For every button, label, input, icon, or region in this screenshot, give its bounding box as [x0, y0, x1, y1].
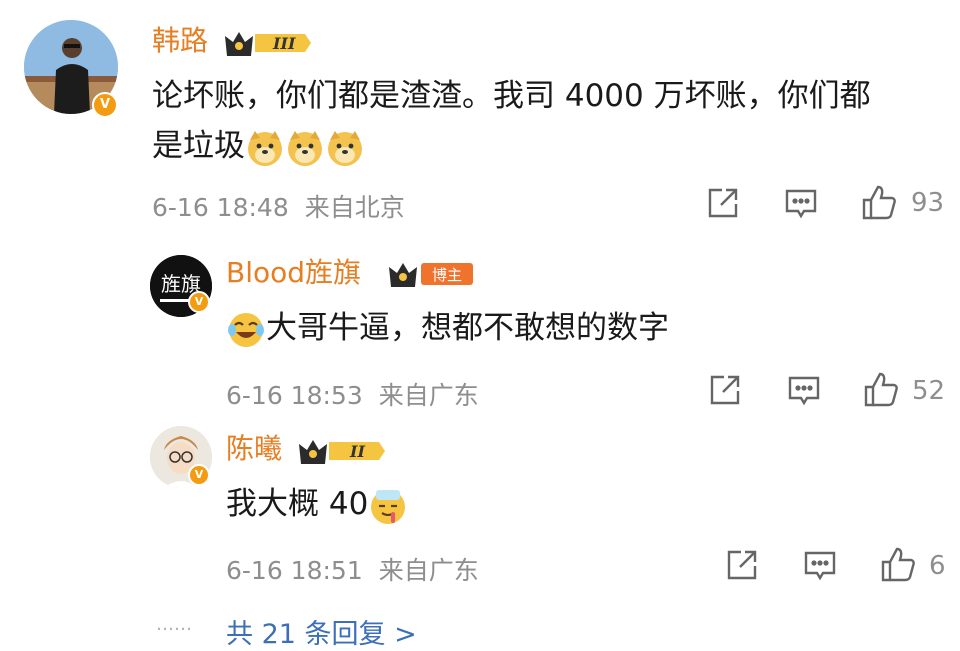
comment-time: 6-16 18:48 [152, 193, 289, 222]
author-name[interactable]: 陈曦 [226, 432, 282, 466]
crown-level-badge: II [297, 434, 387, 472]
comment-location: 来自北京 [304, 193, 405, 222]
svg-text:III: III [272, 34, 296, 53]
comment-meta: 6-16 18:53 来自广东 [226, 376, 479, 412]
more-dots: …… [156, 614, 192, 635]
author-name[interactable]: Blood旌旗 [226, 256, 361, 290]
verified-badge: V [92, 92, 118, 118]
thumbs-up-icon [862, 185, 896, 220]
comment-location: 来自广东 [378, 556, 479, 585]
like-button[interactable] [860, 184, 898, 226]
comment-text: 我大概 40 [226, 486, 369, 522]
comment-text-line2: 是垃圾 [152, 121, 942, 171]
share-icon [710, 375, 740, 405]
doge-emoji [325, 128, 365, 166]
comment-icon [788, 376, 820, 406]
comment-text: 论坏账，你们都是渣渣。我司 4000 万坏账，你们都 是垃圾 [152, 71, 942, 171]
like-count: 93 [911, 188, 945, 218]
comment-icon [785, 189, 817, 219]
doge-emoji [245, 128, 285, 166]
like-count: 6 [929, 551, 946, 581]
crown-blogger-badge: 博主 [387, 257, 477, 295]
comment-icon [804, 551, 836, 581]
doge-emoji [285, 128, 325, 166]
comment-text-row: 我大概 40 [226, 479, 408, 529]
sick-face-emoji [368, 486, 408, 524]
svg-text:II: II [349, 442, 365, 461]
comment-text-row: 大哥牛逼，想都不敢想的数字 [226, 303, 669, 353]
thumbs-up-icon [881, 547, 915, 582]
comment-text: 大哥牛逼，想都不敢想的数字 [266, 310, 669, 346]
like-count: 52 [912, 376, 946, 406]
comment-button[interactable] [803, 548, 837, 586]
comment-location: 来自广东 [378, 381, 479, 410]
comment-button[interactable] [784, 186, 818, 224]
comment-time: 6-16 18:53 [226, 381, 363, 410]
share-button[interactable] [706, 186, 740, 224]
crown-level-badge: III [223, 26, 313, 64]
author-name[interactable]: 韩路 [152, 24, 208, 58]
share-icon [708, 188, 738, 218]
comment-text-line2-text: 是垃圾 [152, 128, 245, 164]
svg-text:博主: 博主 [432, 266, 462, 284]
verified-badge: V [188, 291, 210, 313]
laughing-tears-emoji [226, 310, 266, 347]
comment-meta: 6-16 18:51 来自广东 [226, 551, 479, 587]
comment-text-line1: 论坏账，你们都是渣渣。我司 4000 万坏账，你们都 [152, 78, 871, 114]
share-button[interactable] [725, 548, 759, 586]
comment-time: 6-16 18:51 [226, 556, 363, 585]
verified-badge: V [188, 464, 210, 486]
thumbs-up-icon [864, 372, 898, 407]
like-button[interactable] [879, 546, 917, 588]
share-icon [727, 550, 757, 580]
more-replies-row: …… [156, 614, 192, 635]
more-replies-link[interactable]: 共 21 条回复 > [226, 612, 417, 651]
comment-meta: 6-16 18:48 来自北京 [152, 188, 405, 224]
comment-button[interactable] [787, 373, 821, 411]
like-button[interactable] [862, 371, 900, 413]
share-button[interactable] [708, 373, 742, 411]
